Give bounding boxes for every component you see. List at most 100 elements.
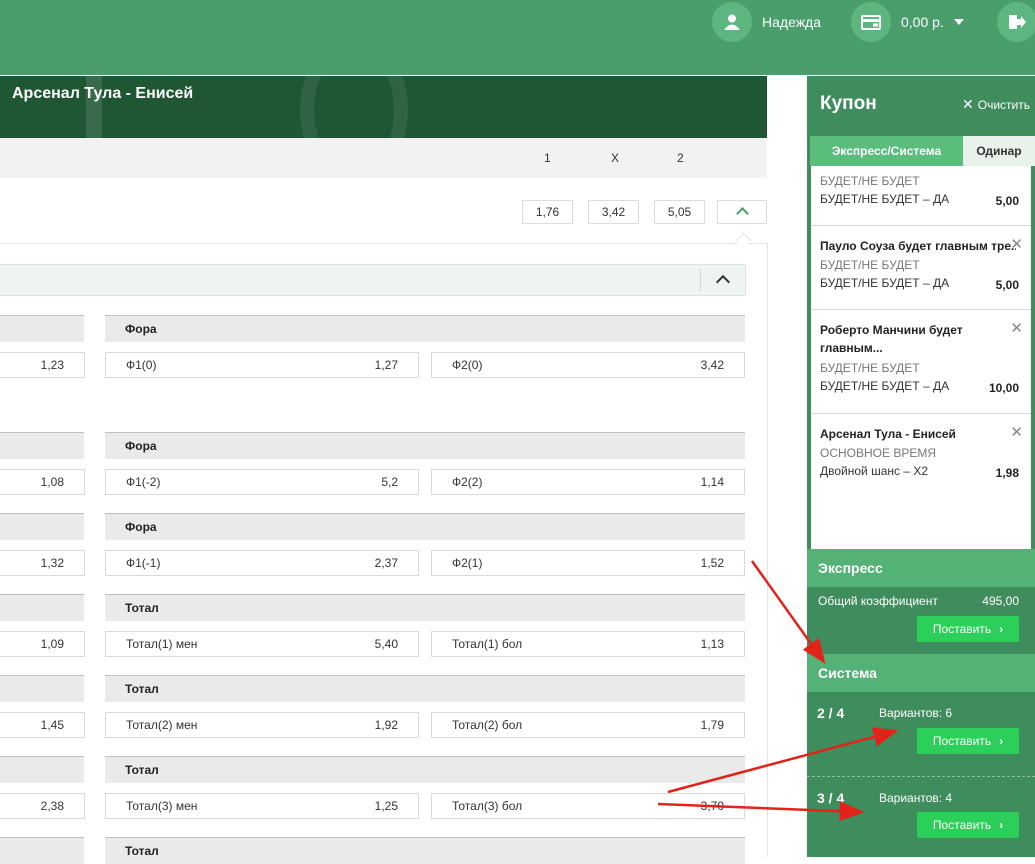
bet-name: Тотал(2) бол (452, 718, 523, 732)
odd-x[interactable]: 3,42 (588, 200, 639, 224)
system-fraction: 3 / 4 (817, 790, 845, 806)
close-icon[interactable]: ✕ (1010, 319, 1023, 337)
odd-2[interactable]: 5,05 (654, 200, 705, 224)
odd-cell[interactable]: 1,32 (0, 550, 85, 576)
market-header-label: Фора (125, 520, 157, 534)
system-title: Система (818, 665, 877, 681)
user-menu[interactable]: Надежда (712, 2, 822, 42)
bet-selection: БУДЕТ/НЕ БУДЕТ – ДА (820, 192, 950, 206)
outcome-header-x: X (611, 151, 620, 165)
bet-name: Тотал(3) мен (126, 799, 198, 813)
odd-cell[interactable]: Ф2(2) 1,14 (431, 469, 745, 495)
odd-value: 1,32 (40, 556, 64, 570)
odd-cell[interactable]: Ф2(1) 1,52 (431, 550, 745, 576)
market-header-label: Тотал (125, 763, 159, 777)
bet-title-continued: главным... (820, 341, 883, 355)
odd-value: 1,23 (40, 358, 64, 372)
stake-input[interactable] (933, 510, 1019, 528)
odd-cell[interactable]: Ф1(0) 1,27 (105, 352, 419, 378)
coupon-title: Купон (820, 93, 877, 114)
logout-icon (997, 2, 1035, 42)
odd-cell[interactable]: 2,38 (0, 793, 85, 819)
place-label: Поставить (932, 734, 992, 748)
express-title: Экспресс (818, 560, 883, 576)
balance-menu[interactable]: 0,00 р. (851, 2, 964, 42)
system-row: 3 / 4 Вариантов: 4 Поставить › (807, 777, 1035, 861)
total-odds-label: Общий коэффициент (818, 594, 938, 608)
close-icon[interactable]: ✕ (1010, 423, 1023, 441)
market-header-label: Тотал (125, 682, 159, 696)
express-body: Общий коэффициент 495,00 Поставить › (807, 587, 1035, 653)
market-header: Тотал (105, 594, 745, 621)
market-header-left (0, 315, 84, 342)
place-system-button[interactable]: Поставить › (917, 812, 1019, 838)
banner-arc (300, 76, 408, 138)
odd-cell[interactable]: 1,45 (0, 712, 85, 738)
odd-cell[interactable]: Тотал(3) мен 1,25 (105, 793, 419, 819)
odd-cell[interactable]: Тотал(1) мен 5,40 (105, 631, 419, 657)
odd-value: 2,37 (374, 556, 398, 570)
odd-value: 1,13 (700, 637, 724, 651)
odd-cell[interactable]: 1,09 (0, 631, 85, 657)
market-header: Фора (105, 315, 745, 342)
odd-cell[interactable]: 1,23 (0, 352, 85, 378)
coupon-tabs: Экспресс/Система Одинар (810, 136, 1035, 166)
bet-market: БУДЕТ/НЕ БУДЕТ (820, 258, 920, 272)
bet-name: Ф2(1) (452, 556, 483, 570)
bet-title: Арсенал Тула - Енисей (820, 427, 956, 441)
bet-market: БУДЕТ/НЕ БУДЕТ (820, 361, 920, 375)
bet-slip-item: Арсенал Тула - Енисей ✕ ОСНОВНОЕ ВРЕМЯ Д… (811, 414, 1031, 497)
bet-odd: 5,00 (995, 194, 1019, 208)
odd-cell[interactable]: Тотал(2) бол 1,79 (431, 712, 745, 738)
odd-cell[interactable]: Ф2(0) 3,42 (431, 352, 745, 378)
bet-name: Ф1(0) (126, 358, 157, 372)
bet-name: Ф1(-2) (126, 475, 161, 489)
bet-name: Тотал(3) бол (452, 799, 523, 813)
bet-selection: Двойной шанс – X2 (820, 464, 929, 478)
outcome-header-row: 1 X 2 (0, 138, 767, 178)
odd-value: 1,25 (374, 799, 398, 813)
chevron-up-icon (715, 274, 731, 290)
system-body: 2 / 4 Вариантов: 6 Поставить › 3 / 4 Вар… (807, 692, 1035, 857)
place-label: Поставить (932, 622, 992, 636)
divider (700, 269, 701, 291)
odd-value: 1,52 (700, 556, 724, 570)
odd-cell[interactable]: Тотал(2) мен 1,92 (105, 712, 419, 738)
odd-cell[interactable]: Ф1(-2) 5,2 (105, 469, 419, 495)
system-row: 2 / 4 Вариантов: 6 Поставить › (807, 692, 1035, 777)
market-header-left (0, 432, 84, 459)
clear-button[interactable]: ✕ Очистить (962, 96, 1030, 113)
odd-1[interactable]: 1,76 (522, 200, 573, 224)
close-icon[interactable]: ✕ (1010, 235, 1023, 253)
odd-cell[interactable]: Тотал(3) бол 3,70 (431, 793, 745, 819)
caret-down-icon (953, 19, 964, 25)
system-fraction: 2 / 4 (817, 705, 845, 721)
tab-single[interactable]: Одинар (963, 136, 1035, 166)
chevron-right-icon: › (999, 622, 1004, 636)
bet-selection: БУДЕТ/НЕ БУДЕТ – ДА (820, 276, 950, 290)
place-label: Поставить (932, 818, 992, 832)
odd-cell[interactable]: Ф1(-1) 2,37 (105, 550, 419, 576)
bet-name: Ф2(0) (452, 358, 483, 372)
logout-button[interactable] (997, 2, 1035, 42)
odd-cell[interactable]: Тотал(1) бол 1,13 (431, 631, 745, 657)
market-header-label: Тотал (125, 844, 159, 858)
markets-section-bar[interactable] (0, 264, 746, 296)
place-express-button[interactable]: Поставить › (917, 616, 1019, 642)
chevron-up-icon (736, 207, 749, 220)
odd-cell[interactable]: 1,08 (0, 469, 85, 495)
odd-value: 1,27 (374, 358, 398, 372)
market-header-left (0, 756, 84, 783)
bet-market: БУДЕТ/НЕ БУДЕТ (820, 174, 920, 188)
market-header-label: Тотал (125, 601, 159, 615)
odd-value: 1,79 (700, 718, 724, 732)
bet-title: Пауло Соуза будет главным тре... (820, 239, 1016, 253)
collapse-button[interactable] (717, 200, 767, 224)
bet-slip-item: Роберто Манчини будет главным... ✕ БУДЕТ… (811, 310, 1031, 414)
user-name: Надежда (762, 14, 822, 30)
place-system-button[interactable]: Поставить › (917, 728, 1019, 754)
bet-title: Роберто Манчини будет (820, 323, 963, 337)
market-header: Тотал (105, 837, 745, 864)
tab-express-system[interactable]: Экспресс/Система (810, 136, 963, 166)
market-header: Фора (105, 513, 745, 540)
